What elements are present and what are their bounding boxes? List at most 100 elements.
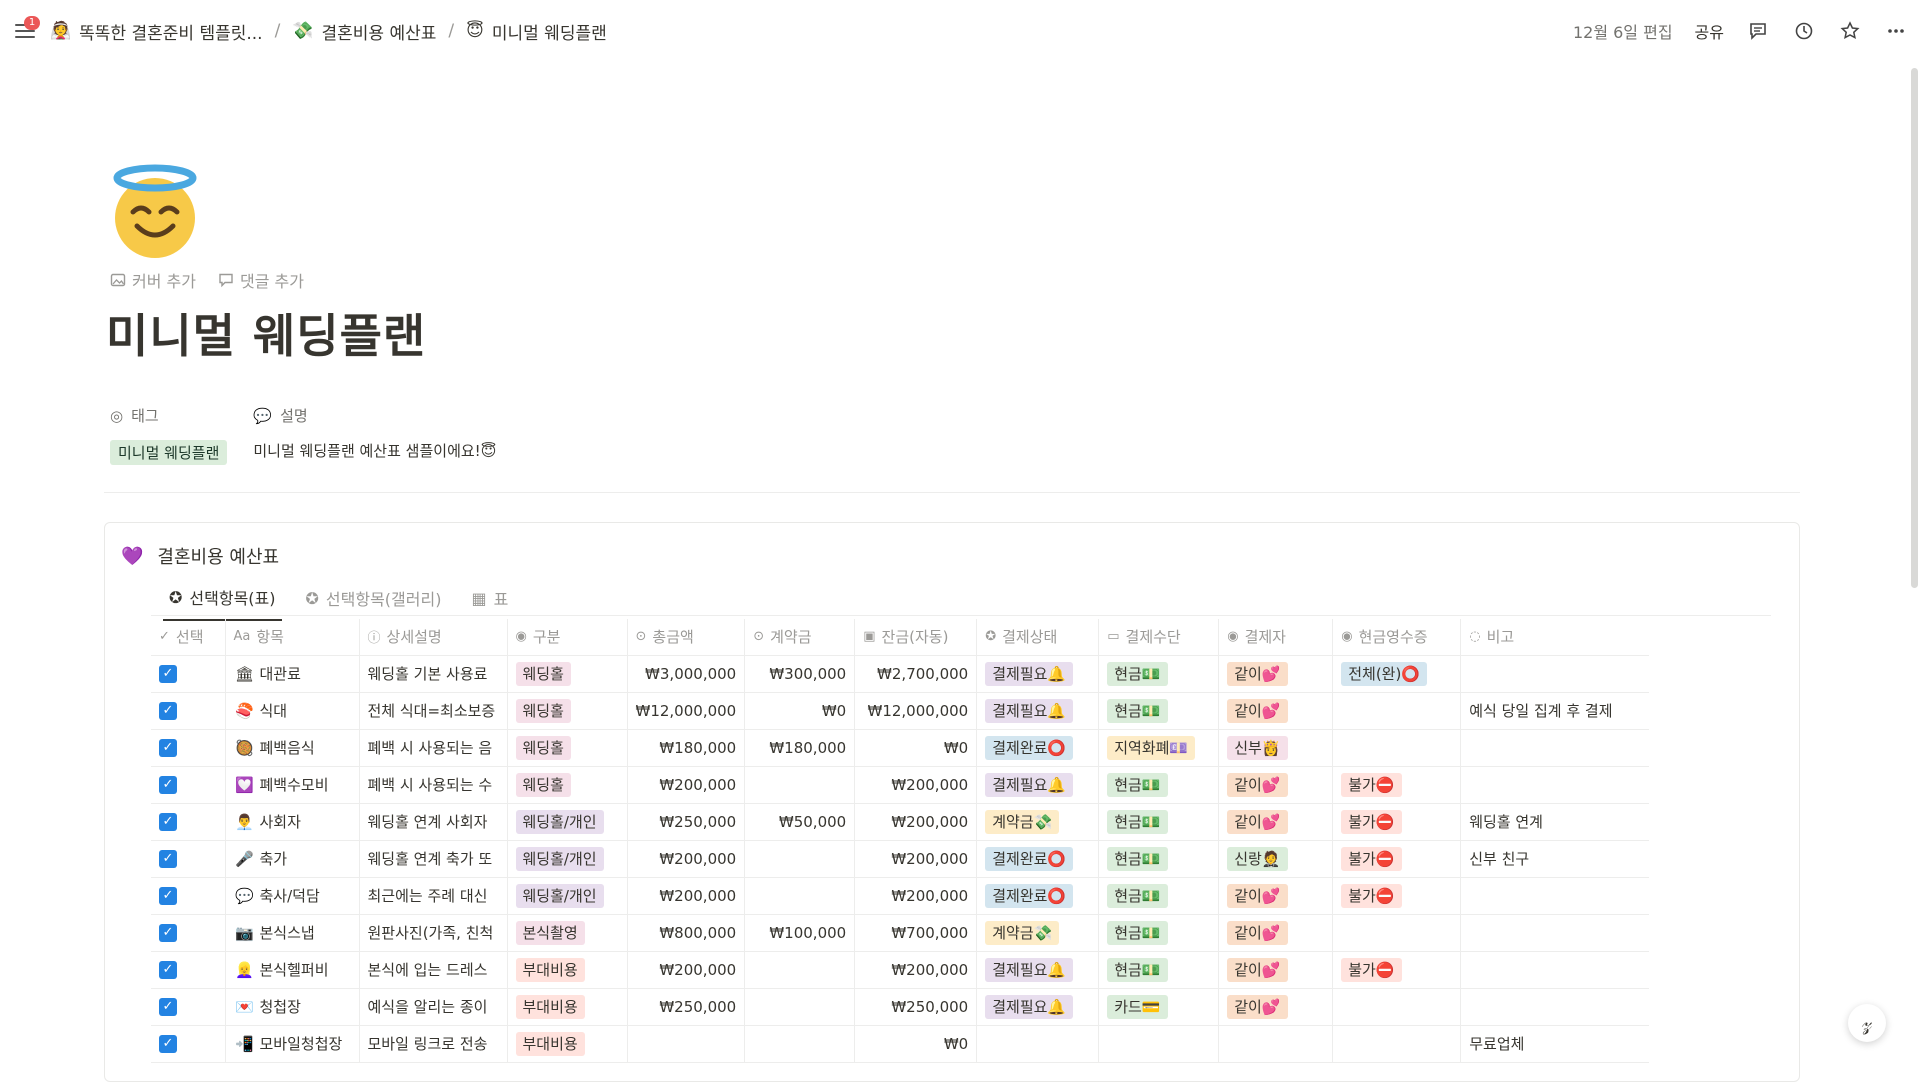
category-cell[interactable]: 웨딩홀/개인: [507, 803, 627, 840]
payment-method-chip[interactable]: 현금💵: [1107, 884, 1167, 908]
select-cell[interactable]: ✓: [151, 1025, 225, 1062]
category-chip[interactable]: 웨딩홀: [516, 662, 571, 686]
item-cell[interactable]: 👱‍♀️본식헬퍼비: [225, 951, 359, 988]
receipt-cell[interactable]: [1333, 692, 1461, 729]
payer-cell[interactable]: 신부👸: [1219, 729, 1333, 766]
description-cell[interactable]: 전체 식대=최소보증: [359, 692, 507, 729]
category-chip[interactable]: 부대비용: [516, 1032, 585, 1056]
table-row[interactable]: ✓💌청첩장예식을 알리는 종이부대비용₩250,000₩250,000결제필요🔔…: [151, 988, 1649, 1025]
receipt-cell[interactable]: 전체(완)⭕: [1333, 655, 1461, 692]
description-cell[interactable]: 폐백 시 사용되는 수: [359, 766, 507, 803]
total-amount-cell[interactable]: ₩200,000: [627, 951, 745, 988]
receipt-cell[interactable]: [1333, 729, 1461, 766]
item-cell[interactable]: 💌청첩장: [225, 988, 359, 1025]
payer-chip[interactable]: 신부👸: [1227, 736, 1287, 760]
category-cell[interactable]: 웨딩홀: [507, 766, 627, 803]
select-cell[interactable]: ✓: [151, 914, 225, 951]
payer-cell[interactable]: 같이💕: [1219, 988, 1333, 1025]
payment-method-cell[interactable]: 현금💵: [1099, 655, 1219, 692]
select-cell[interactable]: ✓: [151, 655, 225, 692]
deposit-cell[interactable]: ₩50,000: [745, 803, 855, 840]
receipt-chip[interactable]: 불가⛔: [1341, 810, 1401, 834]
checkbox-checked[interactable]: ✓: [159, 998, 177, 1016]
payment-status-chip[interactable]: 결제필요🔔: [985, 699, 1073, 723]
smiling-angel-icon[interactable]: [105, 160, 205, 260]
deposit-cell[interactable]: [745, 840, 855, 877]
note-cell[interactable]: 예식 당일 집계 후 결제: [1461, 692, 1649, 729]
payer-chip[interactable]: 같이💕: [1227, 662, 1287, 686]
note-cell[interactable]: [1461, 914, 1649, 951]
payment-method-chip[interactable]: 현금💵: [1107, 699, 1167, 723]
payment-method-cell[interactable]: 현금💵: [1099, 951, 1219, 988]
total-amount-cell[interactable]: ₩3,000,000: [627, 655, 745, 692]
description-cell[interactable]: 폐백 시 사용되는 음: [359, 729, 507, 766]
total-amount-cell[interactable]: ₩200,000: [627, 840, 745, 877]
description-value[interactable]: 미니멀 웨딩플랜 예산표 샘플이에요!😇: [253, 440, 496, 461]
table-row[interactable]: ✓💬축사/덕담최근에는 주례 대신웨딩홀/개인₩200,000₩200,000결…: [151, 877, 1649, 914]
category-cell[interactable]: 웨딩홀/개인: [507, 877, 627, 914]
deposit-cell[interactable]: [745, 877, 855, 914]
payer-cell[interactable]: 같이💕: [1219, 877, 1333, 914]
select-cell[interactable]: ✓: [151, 951, 225, 988]
payment-method-chip[interactable]: 현금💵: [1107, 773, 1167, 797]
breadcrumb-budget[interactable]: 💸 결혼비용 예산표: [292, 19, 436, 44]
payer-chip[interactable]: 신랑🤵: [1227, 847, 1287, 871]
table-row[interactable]: ✓💟폐백수모비폐백 시 사용되는 수웨딩홀₩200,000₩200,000결제필…: [151, 766, 1649, 803]
column-header[interactable]: Aa항목: [225, 619, 359, 655]
payment-method-cell[interactable]: 현금💵: [1099, 803, 1219, 840]
receipt-cell[interactable]: 불가⛔: [1333, 803, 1461, 840]
item-cell[interactable]: 📷본식스냅: [225, 914, 359, 951]
comments-icon[interactable]: [1746, 19, 1770, 43]
note-cell[interactable]: [1461, 766, 1649, 803]
payment-method-chip[interactable]: 카드💳: [1107, 995, 1167, 1019]
payer-cell[interactable]: 같이💕: [1219, 803, 1333, 840]
breadcrumb-workspace[interactable]: 👰 똑똑한 결혼준비 템플릿...: [50, 19, 263, 44]
checkbox-checked[interactable]: ✓: [159, 961, 177, 979]
table-row[interactable]: ✓🍣식대전체 식대=최소보증웨딩홀₩12,000,000₩0₩12,000,00…: [151, 692, 1649, 729]
payment-method-chip[interactable]: 현금💵: [1107, 662, 1167, 686]
payment-status-cell[interactable]: 계약금💸: [977, 803, 1099, 840]
checkbox-checked[interactable]: ✓: [159, 1035, 177, 1053]
page-scrollbar[interactable]: [1906, 62, 1920, 1080]
payment-status-cell[interactable]: 결제필요🔔: [977, 766, 1099, 803]
page-title[interactable]: 미니멀 웨딩플랜: [106, 300, 426, 366]
more-options-icon[interactable]: [1884, 19, 1908, 43]
column-header[interactable]: ✪결제상태: [977, 619, 1099, 655]
column-header[interactable]: ▭결제수단: [1099, 619, 1219, 655]
total-amount-cell[interactable]: ₩250,000: [627, 988, 745, 1025]
item-cell[interactable]: 🍣식대: [225, 692, 359, 729]
description-cell[interactable]: 원판사진(가족, 친척: [359, 914, 507, 951]
category-cell[interactable]: 웨딩홀/개인: [507, 840, 627, 877]
payment-status-chip[interactable]: 결제필요🔔: [985, 958, 1073, 982]
payer-cell[interactable]: 같이💕: [1219, 914, 1333, 951]
column-header[interactable]: ✓선택: [151, 619, 225, 655]
note-cell[interactable]: 웨딩홀 연계: [1461, 803, 1649, 840]
item-cell[interactable]: 💟폐백수모비: [225, 766, 359, 803]
select-cell[interactable]: ✓: [151, 766, 225, 803]
item-cell[interactable]: 💬축사/덕담: [225, 877, 359, 914]
deposit-cell[interactable]: ₩300,000: [745, 655, 855, 692]
deposit-cell[interactable]: [745, 951, 855, 988]
note-cell[interactable]: [1461, 988, 1649, 1025]
payer-cell[interactable]: 신랑🤵: [1219, 840, 1333, 877]
scrollbar-thumb[interactable]: [1911, 68, 1918, 588]
select-cell[interactable]: ✓: [151, 729, 225, 766]
receipt-cell[interactable]: [1333, 1025, 1461, 1062]
payment-status-chip[interactable]: 결제필요🔔: [985, 773, 1073, 797]
receipt-cell[interactable]: [1333, 988, 1461, 1025]
category-chip[interactable]: 부대비용: [516, 995, 585, 1019]
note-cell[interactable]: [1461, 655, 1649, 692]
category-cell[interactable]: 부대비용: [507, 988, 627, 1025]
favorite-star-icon[interactable]: [1838, 19, 1862, 43]
payment-status-chip[interactable]: 계약금💸: [985, 921, 1059, 945]
checkbox-checked[interactable]: ✓: [159, 702, 177, 720]
payment-method-cell[interactable]: 카드💳: [1099, 988, 1219, 1025]
table-row[interactable]: ✓👨‍💼사회자웨딩홀 연계 사회자웨딩홀/개인₩250,000₩50,000₩2…: [151, 803, 1649, 840]
column-header[interactable]: ⊙계약금: [745, 619, 855, 655]
receipt-cell[interactable]: [1333, 914, 1461, 951]
column-header[interactable]: ⓘ상세설명: [359, 619, 507, 655]
receipt-cell[interactable]: 불가⛔: [1333, 951, 1461, 988]
category-chip[interactable]: 본식촬영: [516, 921, 585, 945]
payment-status-chip[interactable]: 결제완료⭕: [985, 736, 1073, 760]
payment-status-chip[interactable]: 결제완료⭕: [985, 884, 1073, 908]
